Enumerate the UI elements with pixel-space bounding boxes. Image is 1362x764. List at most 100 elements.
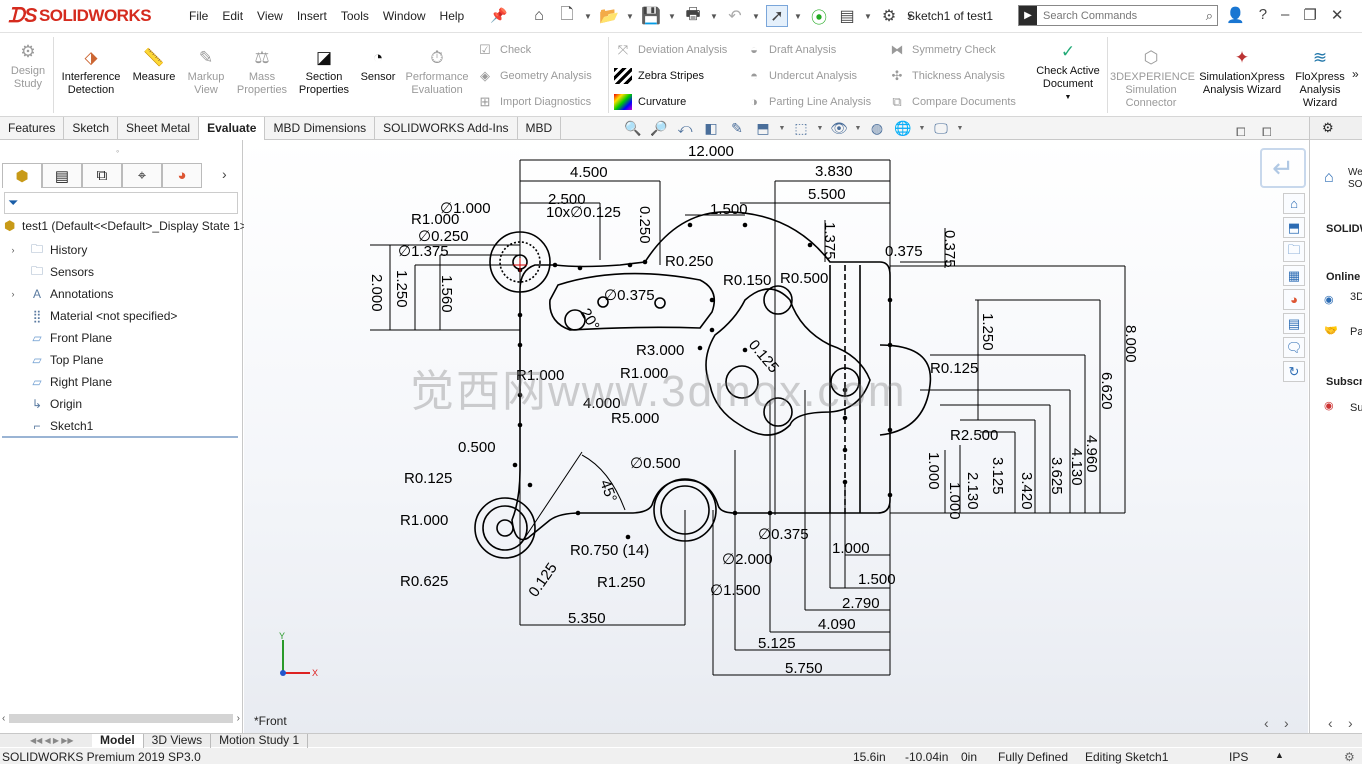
import-diagnostics-button[interactable]: ⊞ Import Diagnostics — [476, 93, 592, 111]
check-active-document-button[interactable]: ✓ Check Active Document ▼ — [1032, 41, 1104, 104]
help-icon[interactable]: ? — [1259, 6, 1267, 24]
featuremanager-tab-icon[interactable]: ⬢ — [2, 163, 42, 188]
chevron-down-icon[interactable]: ▼ — [816, 125, 824, 132]
viewport-maximize-icon[interactable]: ⧠ — [1262, 125, 1272, 140]
chevron-down-icon[interactable]: ▼ — [794, 12, 802, 21]
select-cursor-icon[interactable]: ➚ — [766, 5, 788, 27]
menu-view[interactable]: View — [250, 9, 290, 23]
zebra-stripes-button[interactable]: Zebra Stripes — [614, 67, 704, 85]
previous-view-icon[interactable]: ⤺ — [674, 120, 696, 137]
tree-item-origin[interactable]: ↳ Origin — [0, 394, 82, 414]
dim-0125-bottom[interactable]: 0.125 — [525, 560, 560, 601]
dim-5750[interactable]: 5.750 — [785, 660, 823, 677]
dim-1250-vert-right[interactable]: 1.250 — [979, 313, 996, 351]
panel-grip-icon[interactable]: ◦ — [116, 146, 119, 156]
dim-r0125-left[interactable]: R0.125 — [404, 470, 452, 487]
chevron-down-icon[interactable]: ▼ — [626, 12, 634, 21]
section-properties-button[interactable]: ◪ Section Properties — [294, 47, 354, 97]
scroll-left-icon[interactable]: ‹ — [2, 713, 5, 724]
tree-item-sketch1[interactable]: ⌐ Sketch1 — [0, 416, 93, 436]
chevron-down-icon[interactable]: ▼ — [752, 12, 760, 21]
save-icon[interactable]: 💾 — [640, 5, 662, 27]
task-pane-options-icon[interactable]: ⚙ — [1322, 120, 1334, 135]
forum-icon[interactable]: 🗨 — [1283, 337, 1305, 358]
appearances-icon[interactable]: ◕ — [1283, 289, 1305, 310]
graphics-area[interactable]: 12.000 4.500 3.830 5.500 2.500 1.500 ∅1.… — [244, 140, 1308, 733]
dim-r0750-14[interactable]: R0.750 (14) — [570, 542, 649, 559]
menu-help[interactable]: Help — [433, 9, 472, 23]
dim-2790[interactable]: 2.790 — [842, 595, 880, 612]
chevron-down-icon[interactable]: ▼ — [918, 125, 926, 132]
dim-dia-0375-bottom[interactable]: ∅0.375 — [758, 526, 809, 543]
deviation-analysis-button[interactable]: ⤧ Deviation Analysis — [614, 41, 727, 59]
design-library-icon[interactable]: 🗀 — [1283, 241, 1305, 262]
dim-angle-45[interactable]: 45° — [596, 478, 620, 505]
scroll-right-icon[interactable]: › — [237, 713, 240, 724]
pin-icon[interactable]: 📌 — [490, 7, 507, 24]
measure-button[interactable]: 📏 Measure — [130, 47, 178, 84]
tab-features[interactable]: Features — [0, 117, 65, 139]
menu-tools[interactable]: Tools — [334, 9, 376, 23]
dim-5350[interactable]: 5.350 — [568, 610, 606, 627]
displaymanager-tab-icon[interactable]: ◕ — [162, 163, 202, 188]
ribbon-more-icon[interactable]: » — [1352, 67, 1359, 81]
3dexperience-simulation-button[interactable]: ⬡ 3DEXPERIENCE Simulation Connector — [1110, 47, 1195, 110]
view-settings-icon[interactable]: 🖵 — [930, 120, 952, 137]
tab-sheet-metal[interactable]: Sheet Metal — [118, 117, 200, 139]
dim-0375-vert[interactable]: 0.375 — [941, 230, 958, 268]
compare-documents-button[interactable]: ⧉ Compare Documents — [888, 93, 1016, 111]
dim-r2500[interactable]: R2.500 — [950, 427, 998, 444]
scroll-right-icon[interactable]: › — [1284, 715, 1289, 731]
home-icon[interactable]: ⌂ — [528, 5, 550, 27]
parting-line-analysis-button[interactable]: ◑ Parting Line Analysis — [745, 93, 871, 111]
3d-resources-icon[interactable]: ⬒ — [1283, 217, 1305, 238]
dim-1500-bottom[interactable]: 1.500 — [858, 571, 896, 588]
file-properties-icon[interactable]: ▤ — [836, 5, 858, 27]
expand-icon[interactable]: › — [0, 245, 26, 255]
dim-3625-vert[interactable]: 3.625 — [1048, 457, 1065, 495]
hide-show-items-icon[interactable]: 👁 — [828, 120, 850, 137]
dim-2130-vert[interactable]: 2.130 — [964, 472, 981, 510]
restore-icon[interactable]: ❐ — [1303, 6, 1316, 24]
chevron-down-icon[interactable]: ▼ — [584, 12, 592, 21]
tree-item-history[interactable]: › 🗀 History — [0, 240, 88, 260]
configurationmanager-tab-icon[interactable]: ⧉ — [82, 163, 122, 188]
dim-0250-vert[interactable]: 0.250 — [636, 206, 653, 244]
tree-item-annotations[interactable]: › A Annotations — [0, 284, 114, 304]
dim-holes-10x[interactable]: 10x∅0.125 — [546, 204, 621, 221]
menu-edit[interactable]: Edit — [215, 9, 250, 23]
content-central-link[interactable]: 3D ContentCentral / Manufacturing — [1350, 291, 1362, 303]
undo-icon[interactable]: ↶ — [724, 5, 746, 27]
status-options-icon[interactable]: ⚙ — [1344, 750, 1355, 764]
custom-properties-icon[interactable]: ▤ — [1283, 313, 1305, 334]
chevron-down-icon[interactable]: ▼ — [668, 12, 676, 21]
performance-evaluation-button[interactable]: ⏱ Performance Evaluation — [402, 47, 472, 97]
sensor-button[interactable]: ◔ Sensor — [356, 47, 400, 84]
tab-model[interactable]: Model — [92, 733, 144, 748]
dim-2000-vert[interactable]: 2.000 — [368, 274, 385, 312]
rebuild-traffic-light-icon[interactable]: ⦿ — [808, 5, 830, 27]
apply-scene-icon[interactable]: 🌐 — [892, 120, 914, 137]
solidworks-section[interactable]: SOLIDWORKS — [1326, 223, 1362, 235]
propertymanager-tab-icon[interactable]: ▤ — [42, 163, 82, 188]
curvature-button[interactable]: Curvature — [614, 93, 686, 111]
subscription-section[interactable]: Subscription Services — [1326, 376, 1362, 388]
undercut-analysis-button[interactable]: ◓ Undercut Analysis — [745, 67, 857, 85]
tab-mbd-dimensions[interactable]: MBD Dimensions — [265, 117, 376, 139]
geometry-analysis-button[interactable]: ◈ Geometry Analysis — [476, 67, 592, 85]
tree-filter[interactable]: ⏷ — [4, 192, 238, 214]
dim-1375-vert[interactable]: 1.375 — [821, 222, 838, 260]
units-chevron-up-icon[interactable]: ▲ — [1275, 750, 1284, 760]
home-icon[interactable]: ⌂ — [1283, 193, 1305, 214]
dim-r0150[interactable]: R0.150 — [723, 272, 771, 289]
view-orientation-icon[interactable]: ⬒ — [752, 120, 774, 137]
dim-1000-vert-a[interactable]: 1.000 — [925, 452, 942, 490]
dim-1250-vert[interactable]: 1.250 — [393, 270, 410, 308]
tab-evaluate[interactable]: Evaluate — [199, 117, 266, 140]
dim-1000-horiz[interactable]: 1.000 — [832, 540, 870, 557]
interference-detection-button[interactable]: ⬗ Interference Detection — [56, 47, 126, 97]
back-icon[interactable]: ‹ — [1328, 715, 1333, 731]
dim-0500[interactable]: 0.500 — [458, 439, 496, 456]
menu-file[interactable]: File — [182, 9, 215, 23]
dim-dia-0375-slot[interactable]: ∅0.375 — [604, 287, 655, 304]
